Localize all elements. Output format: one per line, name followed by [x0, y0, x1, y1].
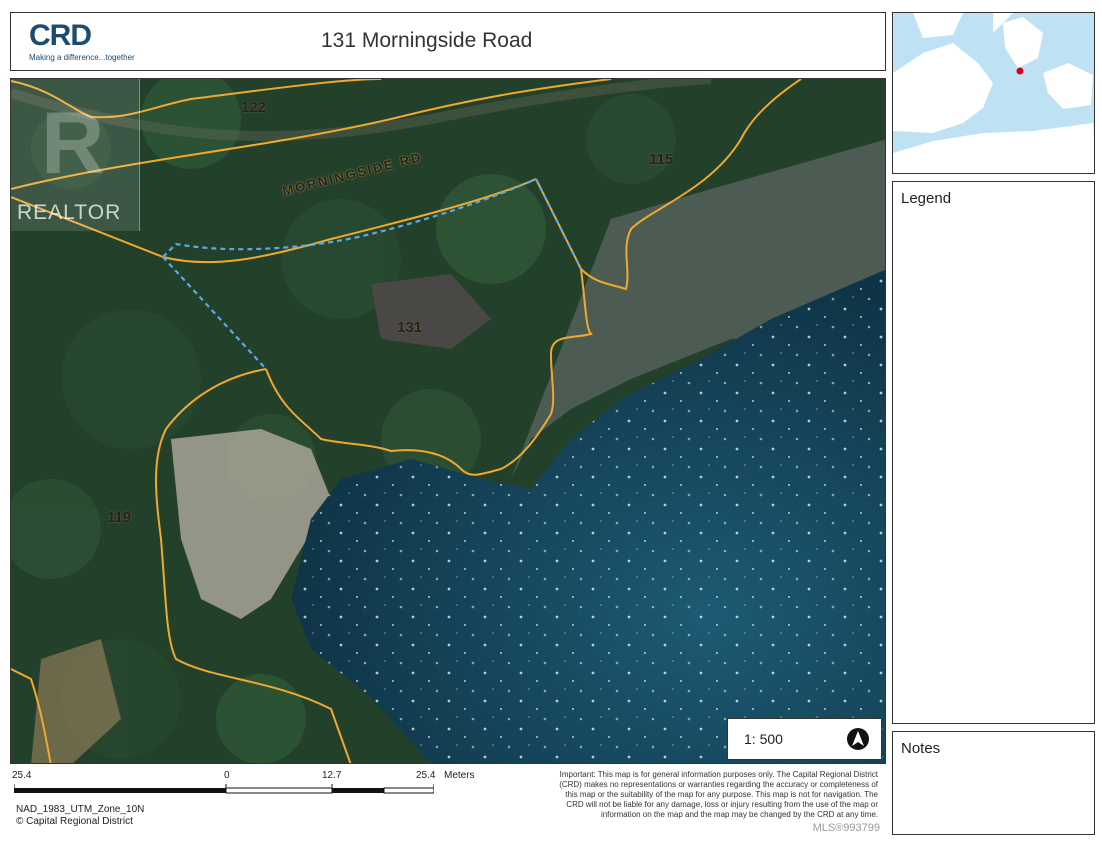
- realtor-watermark: R REALTOR: [11, 79, 140, 231]
- lot-label-122: 122: [241, 99, 267, 116]
- scale-ratio-box: 1: 500: [727, 718, 882, 760]
- aerial-map-drawing: [11, 79, 885, 763]
- crd-logo-tagline: Making a difference...together: [29, 53, 135, 62]
- legend-panel: Legend: [892, 181, 1095, 724]
- realtor-logo-icon: R: [41, 93, 105, 192]
- scale-tick-right: 25.4: [416, 770, 436, 781]
- scale-unit: Meters: [444, 770, 475, 781]
- crd-logo: CRD Making a difference...together: [29, 21, 149, 67]
- scale-bar: [14, 784, 434, 794]
- map-header: CRD Making a difference...together 131 M…: [10, 12, 886, 71]
- notes-title: Notes: [901, 740, 941, 757]
- inset-map-drawing: [893, 13, 1094, 173]
- aerial-map[interactable]: R REALTOR MORNINGSIDE RD 122 115 131 119…: [10, 78, 886, 764]
- map-title: 131 Morningside Road: [321, 29, 533, 52]
- legend-title: Legend: [901, 190, 952, 207]
- lot-label-115: 115: [649, 151, 674, 168]
- scale-ratio: 1: 500: [744, 731, 783, 747]
- realtor-watermark-text: REALTOR: [17, 201, 122, 224]
- notes-panel: Notes: [892, 731, 1095, 835]
- scale-tick-mid: 12.7: [322, 770, 342, 781]
- scale-tick-zero: 0: [224, 770, 230, 781]
- lot-label-119: 119: [107, 509, 132, 526]
- inset-locator-map: [892, 12, 1095, 174]
- disclaimer-text: Important: This map is for general infor…: [559, 770, 878, 819]
- inset-location-marker: [1016, 67, 1024, 75]
- mls-number: MLS®993799: [812, 822, 880, 834]
- coordinate-datum: NAD_1983_UTM_Zone_10N: [16, 804, 145, 815]
- scale-tick-left: 25.4: [12, 770, 32, 781]
- copyright-notice: © Capital Regional District: [16, 816, 133, 827]
- lot-label-131: 131: [397, 319, 423, 336]
- map-footer: 25.4 0 12.7 25.4 Meters NAD_1983_UTM_Zon…: [10, 766, 886, 836]
- crd-logo-mark: CRD: [29, 19, 92, 52]
- north-arrow-icon: [847, 728, 869, 750]
